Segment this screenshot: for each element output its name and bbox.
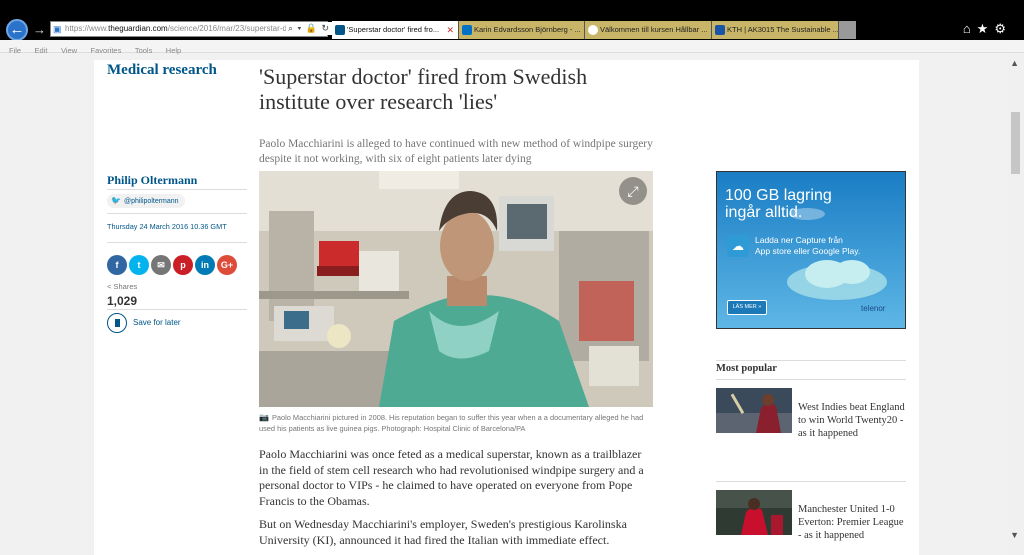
shares-label: < Shares [107, 282, 137, 291]
telenor-advertisement[interactable]: 100 GB lagring ingår alltid. ☁ Ladda ner … [716, 171, 906, 329]
twitter-handle: @philipoltermann [123, 198, 179, 205]
publish-date: Thursday 24 March 2016 10.36 GMT [107, 222, 227, 231]
menu-view[interactable]: View [61, 44, 77, 57]
divider [716, 360, 906, 361]
cloud-app-icon: ☁ [727, 235, 749, 257]
menu-bar: File Edit View Favorites Tools Help [0, 40, 1024, 55]
browser-toolbar-icons[interactable]: ⌂★⚙ [963, 21, 1012, 37]
googleplus-share-icon[interactable]: G+ [217, 255, 237, 275]
url-host: theguardian.com [108, 24, 168, 33]
tab-kth[interactable]: KTH | AK3015 The Sustainable ... [712, 21, 839, 39]
menu-edit[interactable]: Edit [35, 44, 48, 57]
tab-kursen[interactable]: Välkommen till kursen Hållbar ... [585, 21, 712, 39]
back-arrow-icon[interactable]: ← [6, 19, 28, 41]
football-thumbnail [716, 490, 792, 535]
divider [716, 379, 906, 380]
email-share-icon[interactable]: ✉ [151, 255, 171, 275]
ad-read-more-button[interactable]: LÄS MER » [727, 300, 767, 315]
forward-arrow-icon[interactable]: → [33, 22, 46, 37]
url-path: /science/2016/mar/23/superstar-d [167, 24, 287, 33]
article-paragraph: Paolo Macchiarini was once feted as a me… [259, 447, 644, 508]
ad-headline-line1: 100 GB lagring [725, 187, 832, 204]
photo-illustration [259, 171, 653, 407]
tab-label: Karin Edvardsson Björnberg - ... [474, 25, 581, 34]
menu-file[interactable]: File [9, 44, 21, 57]
pinterest-share-icon[interactable]: p [173, 255, 193, 275]
expand-image-icon[interactable]: ⤢ [619, 177, 647, 205]
ad-text-line2: App store eller Google Play. [755, 246, 861, 256]
telenor-logo: telenor [861, 304, 886, 313]
ad-text: Ladda ner Capture från App store eller Go… [755, 235, 860, 257]
divider [716, 481, 906, 482]
close-tab-icon[interactable]: ✕ [446, 21, 454, 39]
section-label[interactable]: Medical research [107, 62, 217, 79]
most-popular-thumbnail[interactable] [716, 388, 792, 433]
tab-guardian[interactable]: 'Superstar doctor' fired fro... ✕ [332, 21, 459, 39]
most-popular-link[interactable]: West Indies beat England to win World Tw… [798, 401, 906, 440]
ad-text-line1: Ladda ner Capture från [755, 235, 843, 245]
photo-caption: 📷 Paolo Macchiarini pictured in 2008. His… [259, 412, 653, 434]
divider [107, 309, 247, 310]
caption-text: Paolo Macchiarini pictured in 2008. His … [259, 413, 644, 433]
facebook-share-icon[interactable]: f [107, 255, 127, 275]
url-prefix: https://www. [65, 24, 109, 33]
address-bar-icons[interactable]: ⌕ ▾ 🔒 ↻ [286, 22, 333, 35]
tab-label: Välkommen till kursen Hållbar ... [600, 25, 708, 34]
most-popular-thumbnail[interactable] [716, 490, 792, 535]
browser-chrome: ← → ▣ https://www.theguardian.com/science… [0, 0, 1024, 41]
divider [107, 189, 247, 190]
ad-headline-line2: ingår alltid. [725, 204, 803, 221]
most-popular-link[interactable]: Manchester United 1-0 Everton: Premier L… [798, 503, 906, 542]
menu-tools[interactable]: Tools [135, 44, 153, 57]
tab-label: 'Superstar doctor' fired fro... [347, 25, 440, 34]
tab-label: KTH | AK3015 The Sustainable ... [727, 25, 839, 34]
share-arrow-icon: < [107, 282, 112, 291]
twitter-share-icon[interactable]: t [129, 255, 149, 275]
outlook-favicon-icon [462, 25, 472, 35]
most-popular-heading: Most popular [716, 363, 777, 374]
article-paragraph: But on Wednesday Macchiarini's employer,… [259, 517, 627, 547]
kth-favicon-icon [715, 25, 725, 35]
twitter-bird-icon: 🐦 [111, 196, 121, 205]
article-photo[interactable]: ⤢ [259, 171, 653, 407]
course-favicon-icon [588, 25, 598, 35]
menu-help[interactable]: Help [166, 44, 181, 57]
new-tab-button[interactable] [839, 21, 856, 39]
article-standfirst: Paolo Macchiarini is alleged to have con… [259, 138, 653, 165]
menu-favorites[interactable]: Favorites [91, 44, 122, 57]
shares-label-text: Shares [113, 282, 138, 291]
save-for-later-label: Save for later [133, 318, 181, 327]
article-headline: 'Superstar doctor' fired from Swedish in… [259, 64, 588, 114]
guardian-favicon-icon [335, 25, 345, 35]
scroll-down-icon[interactable]: ▼ [1010, 530, 1019, 540]
ad-headline: 100 GB lagring ingår alltid. [725, 187, 832, 221]
site-icon: ▣ [53, 24, 62, 34]
share-buttons: f t ✉ p in G+ [107, 255, 239, 275]
camera-icon: 📷 [259, 413, 269, 422]
divider [107, 242, 247, 243]
cricket-thumbnail [716, 388, 792, 433]
tab-karin[interactable]: Karin Edvardsson Björnberg - ... [459, 21, 585, 39]
twitter-handle-link[interactable]: 🐦 @philipoltermann [107, 194, 185, 208]
scrollbar-thumb[interactable] [1011, 112, 1020, 174]
shares-count: 1,029 [107, 294, 138, 308]
scroll-up-icon[interactable]: ▲ [1010, 58, 1019, 68]
author-name[interactable]: Philip Oltermann [107, 173, 197, 188]
divider [107, 213, 247, 214]
linkedin-share-icon[interactable]: in [195, 255, 215, 275]
bookmark-icon [107, 313, 127, 333]
